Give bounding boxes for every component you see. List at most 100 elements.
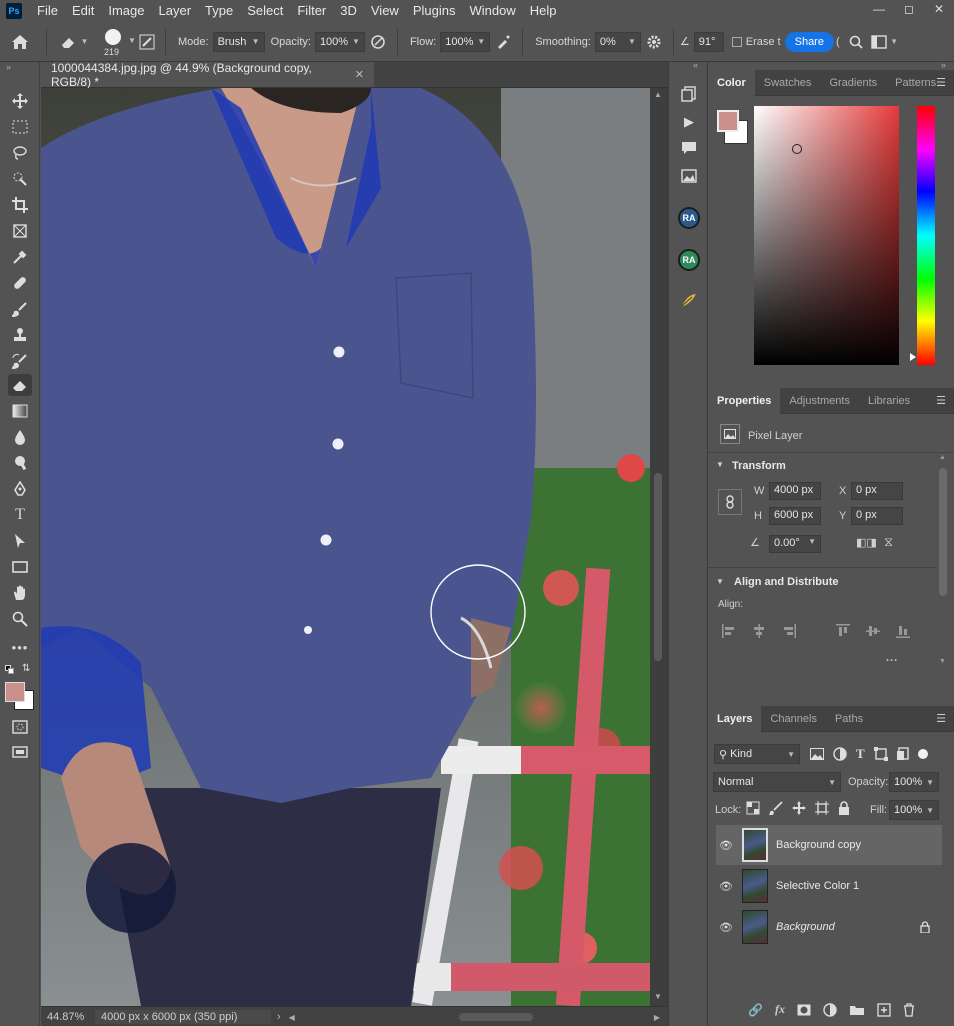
history-brush-tool-icon[interactable] xyxy=(8,350,32,372)
new-adjustment-layer-icon[interactable] xyxy=(823,1002,837,1017)
frame-tool-icon[interactable] xyxy=(8,220,32,242)
delete-layer-icon[interactable] xyxy=(903,1002,915,1017)
add-mask-icon[interactable] xyxy=(797,1004,811,1016)
opacity-input[interactable]: 100% ▼ xyxy=(314,31,365,52)
actions-play-icon[interactable]: ▶ xyxy=(677,110,701,134)
clone-stamp-tool-icon[interactable] xyxy=(8,324,32,346)
dodge-tool-icon[interactable] xyxy=(8,452,32,474)
properties-scrollbar[interactable]: ▲ ▼ xyxy=(938,454,948,670)
hue-slider[interactable] xyxy=(910,106,935,365)
blur-tool-icon[interactable] xyxy=(8,426,32,448)
path-selection-tool-icon[interactable] xyxy=(8,530,32,552)
blend-mode-select[interactable]: Normal ▼ xyxy=(713,772,841,792)
menu-filter[interactable]: Filter xyxy=(290,0,333,22)
crop-tool-icon[interactable] xyxy=(8,194,32,216)
tab-channels[interactable]: Channels xyxy=(761,706,825,732)
filter-adjustment-icon[interactable] xyxy=(833,747,847,761)
filter-type-icon[interactable]: T xyxy=(856,746,865,762)
align-bottom-icon[interactable] xyxy=(896,624,910,638)
zoom-tool-icon[interactable] xyxy=(8,608,32,630)
lock-artboard-icon[interactable] xyxy=(815,801,829,815)
height-input[interactable]: 6000 px xyxy=(769,507,821,525)
scroll-down-icon[interactable]: ▼ xyxy=(654,992,662,1001)
tab-swatches[interactable]: Swatches xyxy=(755,70,821,96)
plugin-ra-icon-2[interactable]: RA xyxy=(677,248,701,272)
brush-angle-field[interactable]: ∠ 91° xyxy=(680,31,724,52)
menu-edit[interactable]: Edit xyxy=(65,0,101,22)
flip-horizontal-icon[interactable]: ◧◨ xyxy=(856,536,877,549)
layer-name[interactable]: Selective Color 1 xyxy=(776,880,859,892)
visibility-eye-icon[interactable]: 👁 xyxy=(716,839,736,852)
move-tool-icon[interactable] xyxy=(8,90,32,112)
tab-paths[interactable]: Paths xyxy=(826,706,872,732)
menu-select[interactable]: Select xyxy=(240,0,290,22)
tab-properties[interactable]: Properties xyxy=(708,387,781,414)
props-scroll-down-icon[interactable]: ▼ xyxy=(939,658,946,665)
hue-slider-handle[interactable] xyxy=(910,353,916,361)
brush-size-picker[interactable]: 219 ▼ xyxy=(95,24,136,60)
pressure-opacity-icon[interactable] xyxy=(365,34,391,50)
workspace-icon[interactable]: ▼ xyxy=(868,34,902,49)
minimize-icon[interactable]: — xyxy=(864,0,894,18)
comments-icon[interactable] xyxy=(677,136,701,160)
saturation-brightness-field[interactable] xyxy=(754,106,899,365)
plugin-feather-icon[interactable] xyxy=(677,288,701,312)
info-arrow-icon[interactable]: › xyxy=(277,1011,281,1023)
collapse-icons-icon[interactable]: « xyxy=(693,60,698,70)
tab-adjustments[interactable]: Adjustments xyxy=(780,388,859,414)
search-icon[interactable] xyxy=(844,35,868,49)
hscroll-thumb[interactable] xyxy=(458,1012,533,1021)
layers-menu-icon[interactable]: ☰ xyxy=(936,712,946,725)
tab-gradients[interactable]: Gradients xyxy=(820,70,886,96)
eraser-preset-icon[interactable]: ▼ xyxy=(53,35,95,49)
menu-3d[interactable]: 3D xyxy=(333,0,364,22)
share-button[interactable]: Share xyxy=(784,31,834,52)
plugin-ra-icon-1[interactable]: RA xyxy=(677,206,701,230)
maximize-icon[interactable]: ◻ xyxy=(894,0,924,18)
type-tool-icon[interactable]: T xyxy=(8,504,32,526)
brush-tool-icon[interactable] xyxy=(8,298,32,320)
lasso-tool-icon[interactable] xyxy=(8,142,32,164)
link-dimensions-icon[interactable] xyxy=(718,489,742,515)
quick-selection-tool-icon[interactable] xyxy=(8,168,32,190)
visibility-eye-icon[interactable]: 👁 xyxy=(716,880,736,893)
lock-transparent-icon[interactable] xyxy=(746,801,760,815)
layer-filter-select[interactable]: ⚲ Kind ▼ xyxy=(714,744,800,764)
color-picker-cursor[interactable] xyxy=(792,144,802,154)
foreground-color-swatch[interactable] xyxy=(5,682,25,702)
align-hcenter-icon[interactable] xyxy=(752,624,766,638)
brush-settings-icon[interactable] xyxy=(135,34,159,50)
new-layer-icon[interactable] xyxy=(877,1002,891,1017)
rectangle-tool-icon[interactable] xyxy=(8,556,32,578)
align-top-icon[interactable] xyxy=(836,624,850,638)
swap-colors-icon[interactable]: ⇅ xyxy=(22,663,30,674)
x-input[interactable]: 0 px xyxy=(851,482,903,500)
horizontal-scrollbar[interactable]: ◀ ▶ xyxy=(289,1010,660,1024)
marquee-tool-icon[interactable] xyxy=(8,116,32,138)
align-right-icon[interactable] xyxy=(782,624,796,638)
eraser-tool-icon[interactable] xyxy=(8,374,32,396)
flip-vertical-icon[interactable]: ⧖ xyxy=(884,534,893,550)
home-icon[interactable] xyxy=(0,34,40,50)
transform-collapse-icon[interactable]: ▼ xyxy=(716,460,724,469)
filter-shape-icon[interactable] xyxy=(873,747,888,761)
airbrush-icon[interactable] xyxy=(490,34,516,50)
collapse-panels-icon[interactable]: » xyxy=(941,60,946,70)
align-vcenter-icon[interactable] xyxy=(866,624,880,638)
menu-window[interactable]: Window xyxy=(462,0,522,22)
more-options-icon[interactable]: ... xyxy=(886,652,898,664)
close-icon[interactable]: ✕ xyxy=(924,0,954,18)
zoom-level[interactable]: 44.87% xyxy=(41,1011,91,1023)
scroll-right-icon[interactable]: ▶ xyxy=(654,1013,660,1022)
tab-color[interactable]: Color xyxy=(708,69,755,96)
align-collapse-icon[interactable]: ▼ xyxy=(716,577,724,586)
rotate-angle-input[interactable]: 0.00° ▼ xyxy=(769,535,821,553)
pen-tool-icon[interactable] xyxy=(8,478,32,500)
default-colors-icon[interactable] xyxy=(5,665,15,675)
filter-pixel-icon[interactable] xyxy=(810,748,824,760)
eyedropper-tool-icon[interactable] xyxy=(8,246,32,268)
quick-mask-icon[interactable] xyxy=(8,716,32,738)
link-layers-icon[interactable]: 🔗 xyxy=(748,1003,763,1017)
menu-image[interactable]: Image xyxy=(101,0,151,22)
hand-tool-icon[interactable] xyxy=(8,582,32,604)
